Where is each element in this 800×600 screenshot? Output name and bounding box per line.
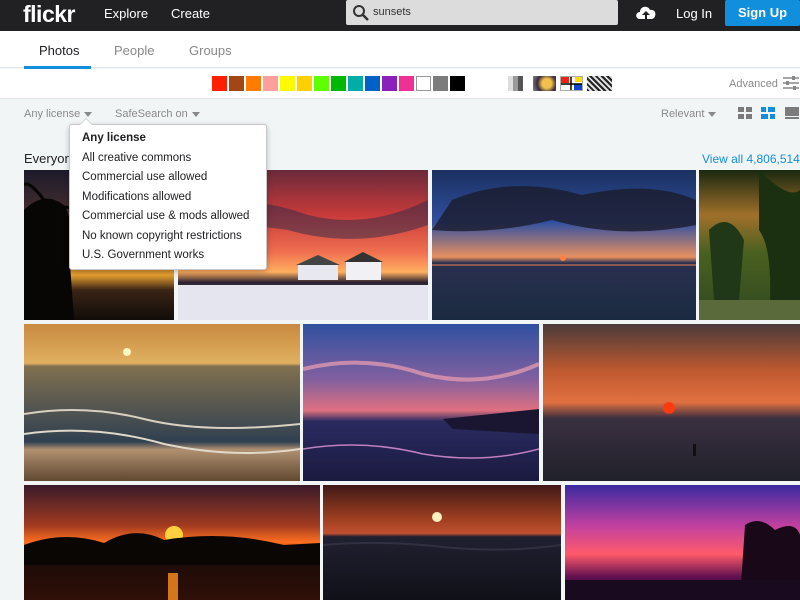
sort-filter-label: Relevant [661,108,705,120]
color-swatch[interactable] [433,76,448,91]
nav-explore[interactable]: Explore [104,6,148,21]
flickr-logo[interactable]: flickr [23,1,75,28]
search-type-tabs: Photos People Groups [0,31,800,68]
top-bar: flickr Explore Create sunsets Log In Sig… [0,0,800,31]
nav-create[interactable]: Create [171,6,210,21]
search-value[interactable]: sunsets [373,6,411,18]
photo-thumbnail[interactable] [432,170,696,320]
safesearch-filter-label: SafeSearch on [115,108,188,120]
license-filter-label: Any license [24,108,81,120]
color-swatch[interactable] [212,76,227,91]
license-option-us-gov[interactable]: U.S. Government works [82,249,204,261]
color-swatch[interactable] [450,76,465,91]
color-swatch[interactable] [246,76,261,91]
large-view-icon[interactable] [785,107,799,119]
photo-thumbnail[interactable] [323,485,561,600]
chevron-down-icon [708,111,717,117]
signup-button[interactable]: Sign Up [725,0,800,26]
photo-thumbnail[interactable] [24,485,320,600]
color-swatch[interactable] [399,76,414,91]
color-swatch[interactable] [365,76,380,91]
color-swatch[interactable] [331,76,346,91]
tab-people[interactable]: People [114,43,154,58]
color-swatch[interactable] [416,76,431,91]
tab-photos[interactable]: Photos [39,43,79,58]
photo-thumbnail[interactable] [565,485,800,600]
license-option-no-copyright[interactable]: No known copyright restrictions [82,230,242,242]
patterns-filter[interactable] [587,76,612,91]
photo-thumbnail[interactable] [24,324,300,481]
dropdown-arrow-inner [80,119,92,125]
black-and-white-filter[interactable] [508,76,523,91]
search-icon[interactable] [352,4,370,22]
photo-thumbnail[interactable] [699,170,800,320]
view-all-link[interactable]: View all 4,806,514 [702,152,800,166]
safesearch-filter[interactable]: SafeSearch on [115,108,200,120]
advanced-sliders-icon[interactable] [783,76,799,90]
license-dropdown-menu: Any license All creative commons Commerc… [69,118,267,270]
color-swatch[interactable] [280,76,295,91]
color-swatch[interactable] [314,76,329,91]
tab-groups[interactable]: Groups [189,43,232,58]
license-option-all-cc[interactable]: All creative commons [82,152,191,164]
minimalism-filter[interactable] [560,76,583,91]
color-swatch[interactable] [263,76,278,91]
license-option-any[interactable]: Any license [82,132,146,144]
license-option-commercial-mods[interactable]: Commercial use & mods allowed [82,210,249,222]
license-option-modifications[interactable]: Modifications allowed [82,191,191,203]
sort-filter[interactable]: Relevant [661,108,717,120]
license-option-commercial[interactable]: Commercial use allowed [82,171,207,183]
photo-thumbnail[interactable] [543,324,800,481]
justified-grid-icon[interactable] [761,107,775,119]
color-filter-bar: Advanced [0,69,800,99]
advanced-link[interactable]: Advanced [729,78,778,90]
chevron-down-icon [191,111,200,117]
color-swatch[interactable] [382,76,397,91]
chevron-down-icon [84,111,93,117]
shallow-depth-filter[interactable] [533,76,556,91]
login-link[interactable]: Log In [676,6,712,21]
color-swatch[interactable] [297,76,312,91]
color-swatch[interactable] [348,76,363,91]
grid-small-icon[interactable] [738,107,752,119]
search-input[interactable]: sunsets [346,0,618,25]
photo-thumbnail[interactable] [303,324,539,481]
color-swatch[interactable] [229,76,244,91]
upload-cloud-icon[interactable] [634,2,658,22]
